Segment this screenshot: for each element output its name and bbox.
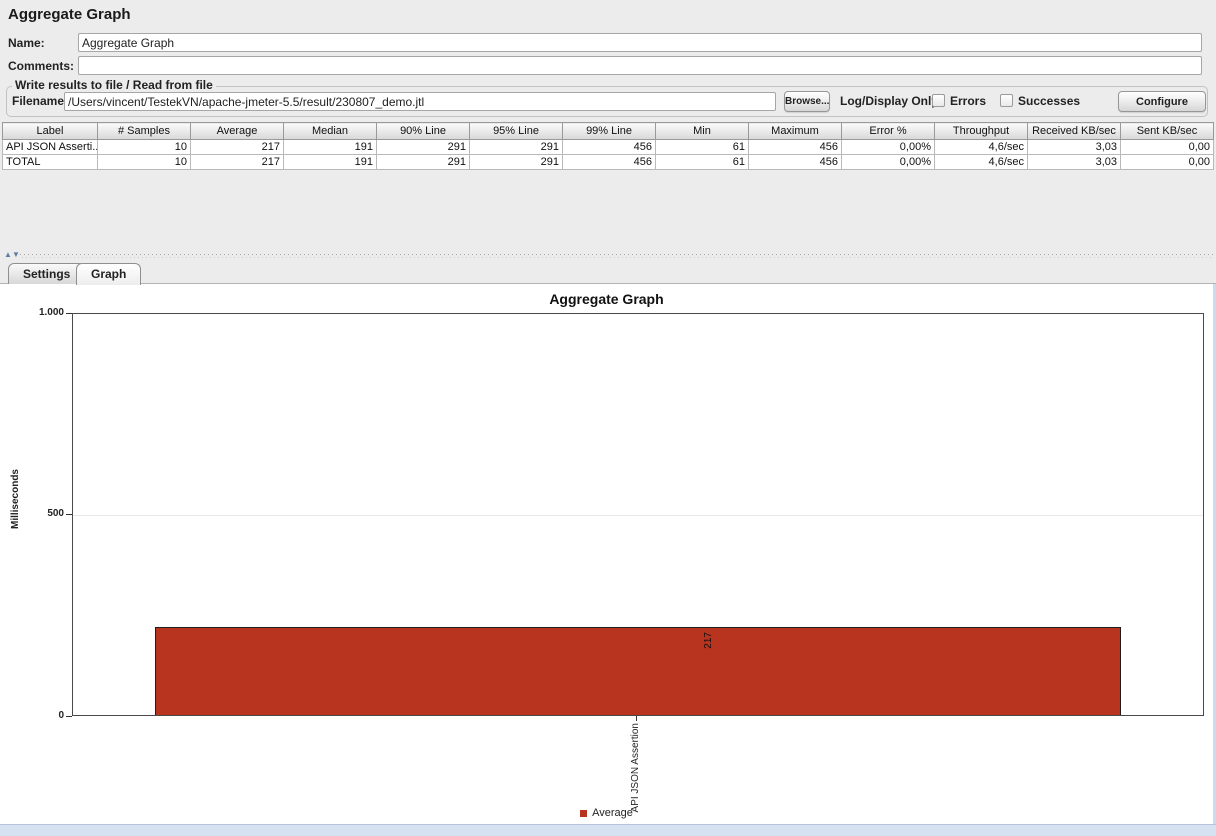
- bottom-panel-strip: [0, 824, 1216, 836]
- cell-90line: 291: [376, 154, 470, 170]
- column-header-average[interactable]: Average: [190, 122, 284, 140]
- cell-samples: 10: [97, 139, 191, 155]
- chart-panel: Aggregate Graph Milliseconds 1.000 500 0…: [0, 284, 1216, 824]
- cell-throughput: 4,6/sec: [934, 154, 1028, 170]
- column-header-maximum[interactable]: Maximum: [748, 122, 842, 140]
- plot-area: 217: [72, 313, 1204, 716]
- y-tick-label-500: 500: [47, 508, 64, 519]
- table-header-row: Label # Samples Average Median 90% Line …: [2, 122, 1214, 140]
- y-axis-title: Milliseconds: [10, 469, 21, 530]
- bar-value-label: 217: [703, 632, 714, 649]
- y-tick-mark: [66, 716, 72, 717]
- cell-90line: 291: [376, 139, 470, 155]
- chart-legend: Average: [0, 807, 1213, 819]
- column-header-95line[interactable]: 95% Line: [469, 122, 563, 140]
- y-tick-label-0: 0: [58, 710, 64, 721]
- column-header-99line[interactable]: 99% Line: [562, 122, 656, 140]
- cell-sent: 0,00: [1120, 154, 1214, 170]
- name-input[interactable]: [78, 33, 1202, 52]
- cell-error: 0,00%: [841, 139, 935, 155]
- log-display-only-label: Log/Display Only:: [840, 94, 943, 108]
- cell-99line: 456: [562, 154, 656, 170]
- column-header-90line[interactable]: 90% Line: [376, 122, 470, 140]
- cell-label: API JSON Asserti...: [2, 139, 98, 155]
- gridline-500: [73, 515, 1203, 516]
- cell-received: 3,03: [1027, 154, 1121, 170]
- column-header-samples[interactable]: # Samples: [97, 122, 191, 140]
- cell-average: 217: [190, 154, 284, 170]
- column-header-throughput[interactable]: Throughput: [934, 122, 1028, 140]
- tab-settings[interactable]: Settings: [8, 263, 86, 284]
- column-header-sent[interactable]: Sent KB/sec: [1120, 122, 1214, 140]
- successes-checkbox[interactable]: [1000, 94, 1013, 107]
- cell-95line: 291: [469, 139, 563, 155]
- splitter-collapse-up-icon[interactable]: ▲: [4, 250, 12, 260]
- table-row-total[interactable]: TOTAL 10 217 191 291 291 456 61 456 0,00…: [2, 154, 1214, 170]
- cell-samples: 10: [97, 154, 191, 170]
- comments-label: Comments:: [8, 59, 75, 73]
- cell-average: 217: [190, 139, 284, 155]
- column-header-min[interactable]: Min: [655, 122, 749, 140]
- y-tick-label-1000: 1.000: [38, 307, 64, 318]
- cell-min: 61: [655, 154, 749, 170]
- horizontal-splitter[interactable]: ▲ ▼: [0, 250, 1216, 262]
- cell-median: 191: [283, 154, 377, 170]
- splitter-drag-texture[interactable]: [20, 254, 1214, 258]
- column-header-error[interactable]: Error %: [841, 122, 935, 140]
- name-label: Name:: [8, 36, 45, 50]
- cell-error: 0,00%: [841, 154, 935, 170]
- cell-99line: 456: [562, 139, 656, 155]
- x-category-label: API JSON Assertion: [630, 723, 641, 813]
- cell-received: 3,03: [1027, 139, 1121, 155]
- cell-min: 61: [655, 139, 749, 155]
- successes-checkbox-label[interactable]: Successes: [1018, 94, 1080, 108]
- cell-maximum: 456: [748, 139, 842, 155]
- filename-input[interactable]: [64, 92, 776, 111]
- cell-median: 191: [283, 139, 377, 155]
- cell-95line: 291: [469, 154, 563, 170]
- browse-button[interactable]: Browse...: [784, 91, 830, 112]
- legend-average-swatch: [580, 809, 588, 817]
- x-tick-mark: [636, 716, 637, 721]
- bar-average-api-json-assertion: [155, 627, 1121, 715]
- table-row-api-json-assertion[interactable]: API JSON Asserti... 10 217 191 291 291 4…: [2, 139, 1214, 155]
- graph-settings-tabbar: Settings Graph: [0, 262, 1216, 285]
- legend-average-label: Average: [592, 807, 633, 819]
- errors-checkbox[interactable]: [932, 94, 945, 107]
- jmeter-aggregate-graph-panel: Aggregate Graph Name: Comments: Write re…: [0, 0, 1216, 836]
- write-results-group-title: Write results to file / Read from file: [12, 78, 216, 92]
- errors-checkbox-label[interactable]: Errors: [950, 94, 986, 108]
- cell-maximum: 456: [748, 154, 842, 170]
- chart-title: Aggregate Graph: [549, 291, 664, 307]
- filename-label: Filename: [12, 94, 65, 108]
- aggregate-results-table: Label # Samples Average Median 90% Line …: [2, 122, 1214, 170]
- configure-button[interactable]: Configure: [1118, 91, 1206, 112]
- cell-label: TOTAL: [2, 154, 98, 170]
- column-header-received[interactable]: Received KB/sec: [1027, 122, 1121, 140]
- tab-graph[interactable]: Graph: [76, 263, 142, 285]
- page-title: Aggregate Graph: [8, 6, 131, 23]
- column-header-label[interactable]: Label: [2, 122, 98, 140]
- column-header-median[interactable]: Median: [283, 122, 377, 140]
- cell-sent: 0,00: [1120, 139, 1214, 155]
- comments-input[interactable]: [78, 56, 1202, 75]
- splitter-collapse-down-icon[interactable]: ▼: [12, 250, 20, 260]
- cell-throughput: 4,6/sec: [934, 139, 1028, 155]
